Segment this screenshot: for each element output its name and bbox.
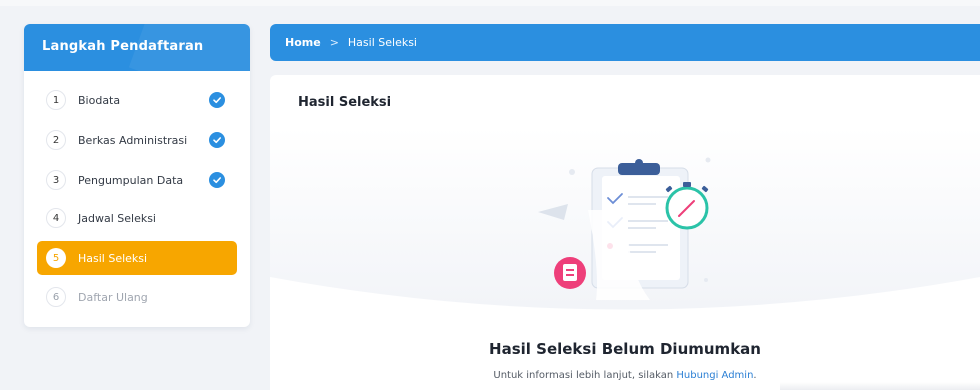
step-label: Berkas Administrasi [78, 133, 188, 147]
step-hasil-seleksi[interactable]: 5 Hasil Seleksi [37, 241, 237, 275]
step-number: 5 [46, 248, 66, 268]
breadcrumb-separator: > [329, 36, 339, 49]
contact-admin-link[interactable]: Hubungi Admin [676, 370, 753, 381]
empty-state-description: Untuk informasi lebih lanjut, silakan Hu… [270, 370, 980, 381]
step-label: Jadwal Seleksi [78, 211, 156, 225]
empty-state-title: Hasil Seleksi Belum Diumumkan [489, 340, 761, 358]
step-berkas-administrasi[interactable]: 2 Berkas Administrasi [37, 123, 237, 157]
step-number: 3 [46, 170, 66, 190]
step-jadwal-seleksi[interactable]: 4 Jadwal Seleksi [37, 201, 237, 235]
step-number: 2 [46, 130, 66, 150]
steps-header: Langkah Pendaftaran [24, 24, 250, 71]
bottom-shadow [780, 382, 980, 390]
breadcrumb-home-link[interactable]: Home [285, 36, 321, 49]
check-circle-icon [209, 92, 225, 108]
step-number: 4 [46, 208, 66, 228]
step-label: Biodata [78, 93, 121, 107]
step-number: 6 [46, 287, 66, 307]
step-daftar-ulang: 6 Daftar Ulang [37, 280, 237, 314]
step-number: 1 [46, 90, 66, 110]
steps-title: Langkah Pendaftaran [42, 39, 204, 54]
registration-steps-panel: Langkah Pendaftaran 1 Biodata 2 Berkas A… [24, 24, 250, 327]
check-circle-icon [209, 132, 225, 148]
page-title: Hasil Seleksi [298, 95, 392, 110]
clipboard-timer-illustration [538, 157, 711, 300]
breadcrumb-current: Hasil Seleksi [347, 36, 417, 49]
step-label: Pengumpulan Data [78, 173, 184, 187]
breadcrumb: Home > Hasil Seleksi [270, 24, 980, 61]
step-label: Daftar Ulang [78, 290, 148, 304]
step-pengumpulan-data[interactable]: 3 Pengumpulan Data [37, 163, 237, 197]
check-circle-icon [209, 172, 225, 188]
results-card: Hasil Seleksi Hasil Seleksi Belum Diumum… [270, 75, 980, 390]
top-strip [0, 0, 980, 6]
step-biodata[interactable]: 1 Biodata [37, 83, 237, 117]
empty-desc-suffix: . [753, 370, 757, 381]
step-label: Hasil Seleksi [78, 251, 148, 265]
empty-desc-text: Untuk informasi lebih lanjut, silakan [493, 370, 677, 381]
